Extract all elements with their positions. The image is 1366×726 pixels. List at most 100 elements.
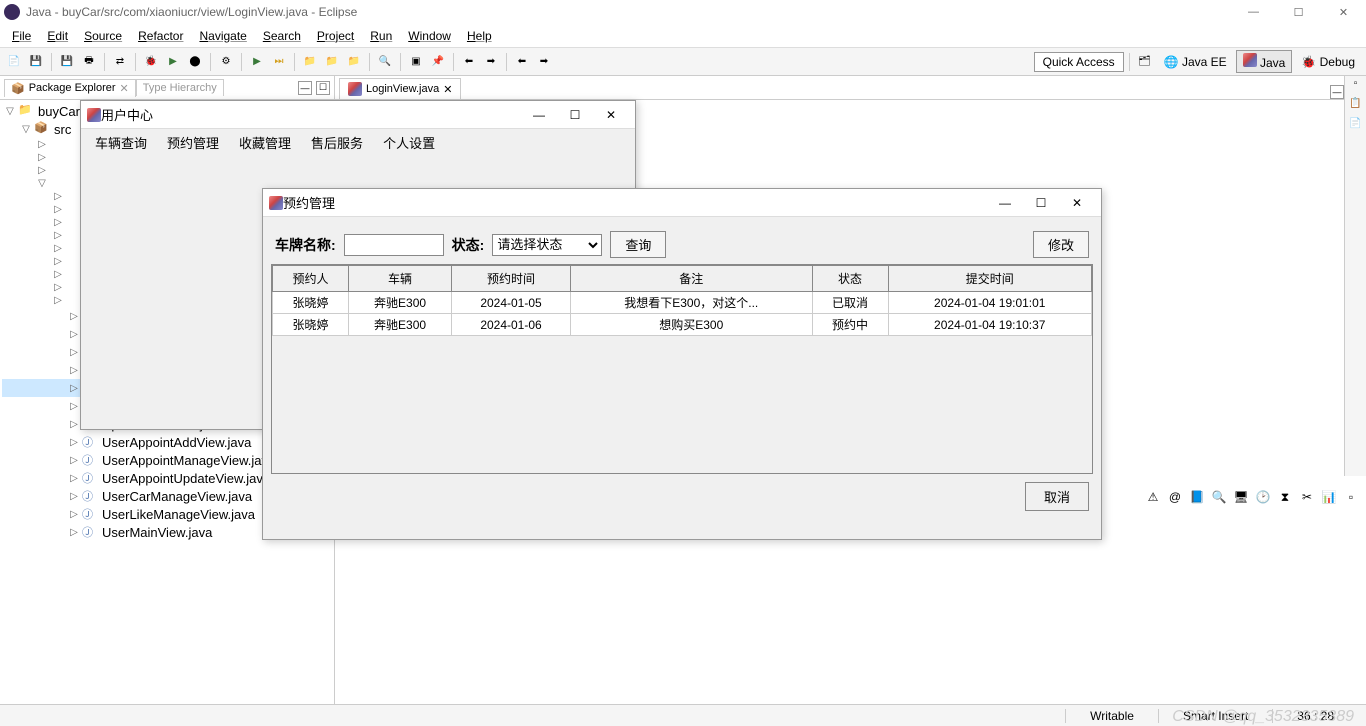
table-cell: 奔驰E300: [349, 292, 452, 314]
table-header[interactable]: 预约人: [273, 266, 349, 292]
restore-views-icon[interactable]: ▫: [1342, 488, 1360, 506]
pin-icon[interactable]: 📌: [428, 52, 448, 72]
problems-icon[interactable]: ⚠: [1144, 488, 1162, 506]
new-package-icon[interactable]: 📁: [300, 52, 320, 72]
type-hierarchy-tab[interactable]: Type Hierarchy: [136, 79, 224, 96]
table-cell: 张晓婷: [273, 292, 349, 314]
save-all-icon[interactable]: 💾: [57, 52, 77, 72]
menu-edit[interactable]: Edit: [39, 27, 76, 45]
cancel-button[interactable]: 取消: [1025, 482, 1089, 511]
quick-access-input[interactable]: Quick Access: [1034, 52, 1124, 72]
coverage-view-icon[interactable]: 📊: [1320, 488, 1338, 506]
close-icon[interactable]: ✕: [120, 82, 129, 95]
window-maximize-button[interactable]: ☐: [1276, 0, 1321, 24]
dialog-maximize-button[interactable]: ☐: [557, 104, 593, 126]
open-perspective-icon[interactable]: 🗂: [1135, 52, 1155, 72]
progress-icon[interactable]: ⧗: [1276, 488, 1294, 506]
menu-help[interactable]: Help: [459, 27, 500, 45]
table-cell: 想购买E300: [570, 314, 812, 336]
table-row[interactable]: 张晓婷奔驰E3002024-01-05我想看下E300，对这个...已取消202…: [273, 292, 1092, 314]
appointment-manage-dialog: 预约管理 — ☐ ✕ 车牌名称: 状态: 请选择状态 查询 修改 预约人车辆预约…: [262, 188, 1102, 540]
dialog-close-button[interactable]: ✕: [593, 104, 629, 126]
table-cell: 2024-01-04 19:01:01: [888, 292, 1091, 314]
maximize-view-icon[interactable]: ☐: [316, 81, 330, 95]
perspective-javaee[interactable]: 🌐 Java EE: [1157, 52, 1234, 72]
table-header[interactable]: 状态: [812, 266, 888, 292]
dialog-maximize-button[interactable]: ☐: [1023, 192, 1059, 214]
java-icon: [87, 108, 101, 122]
perspective-debug[interactable]: 🐞 Debug: [1294, 52, 1362, 72]
switch-icon[interactable]: ⇄: [110, 52, 130, 72]
table-header[interactable]: 备注: [570, 266, 812, 292]
search-icon[interactable]: 🔍: [375, 52, 395, 72]
dialog-minimize-button[interactable]: —: [521, 104, 557, 126]
menu-file[interactable]: File: [4, 27, 39, 45]
task-list-icon[interactable]: 📋: [1347, 98, 1365, 116]
table-cell: 已取消: [812, 292, 888, 314]
console-icon[interactable]: 🖥: [1232, 488, 1250, 506]
table-header[interactable]: 预约时间: [452, 266, 571, 292]
bottom-toolstrip: ⚠ @ 📘 🔍 🖥 🕑 ⧗ ✂ 📊 ▫: [1144, 488, 1360, 506]
table-cell: 2024-01-05: [452, 292, 571, 314]
table-cell: 奔驰E300: [349, 314, 452, 336]
editor-tab-loginview[interactable]: LoginView.java ✕: [339, 78, 461, 99]
print-icon[interactable]: 🖶: [79, 52, 99, 72]
modify-button[interactable]: 修改: [1033, 231, 1089, 258]
carname-input[interactable]: [344, 234, 444, 256]
menu-run[interactable]: Run: [362, 27, 400, 45]
menu-personal-settings[interactable]: 个人设置: [373, 130, 445, 155]
table-header[interactable]: 车辆: [349, 266, 452, 292]
skip-icon[interactable]: ⏭: [269, 52, 289, 72]
menu-favorites[interactable]: 收藏管理: [229, 130, 301, 155]
javadoc-icon[interactable]: @: [1166, 488, 1184, 506]
minimize-editor-icon[interactable]: —: [1330, 85, 1344, 99]
query-button[interactable]: 查询: [610, 231, 666, 258]
status-select[interactable]: 请选择状态: [492, 234, 602, 256]
new-folder-icon[interactable]: 📁: [322, 52, 342, 72]
debug-icon[interactable]: 🐞: [141, 52, 161, 72]
toggle-icon[interactable]: ▣: [406, 52, 426, 72]
dialog-close-button[interactable]: ✕: [1059, 192, 1095, 214]
next-annotation-icon[interactable]: ➡: [481, 52, 501, 72]
outline-icon[interactable]: 📄: [1347, 118, 1365, 136]
menu-refactor[interactable]: Refactor: [130, 27, 191, 45]
ext-tools-icon[interactable]: ⚙: [216, 52, 236, 72]
search-view-icon[interactable]: 🔍: [1210, 488, 1228, 506]
table-row[interactable]: 张晓婷奔驰E3002024-01-06想购买E300预约中2024-01-04 …: [273, 314, 1092, 336]
menu-window[interactable]: Window: [400, 27, 459, 45]
table-header[interactable]: 提交时间: [888, 266, 1091, 292]
menu-project[interactable]: Project: [309, 27, 362, 45]
close-icon[interactable]: ✕: [443, 83, 452, 96]
dialog-title: 用户中心: [101, 105, 153, 124]
run-green-icon[interactable]: ▶: [247, 52, 267, 72]
menu-after-sales[interactable]: 售后服务: [301, 130, 373, 155]
window-minimize-button[interactable]: —: [1231, 0, 1276, 24]
perspective-java[interactable]: Java: [1236, 50, 1293, 73]
menu-navigate[interactable]: Navigate: [191, 27, 254, 45]
run-icon[interactable]: ▶: [163, 52, 183, 72]
prev-annotation-icon[interactable]: ⬅: [459, 52, 479, 72]
save-dropdown-icon[interactable]: 💾: [26, 52, 46, 72]
coverage-icon[interactable]: ⬤: [185, 52, 205, 72]
forward-icon[interactable]: ➡: [534, 52, 554, 72]
status-bar: Writable Smart Insert 36 : 28: [0, 704, 1366, 726]
minimize-view-icon[interactable]: —: [298, 81, 312, 95]
restore-icon[interactable]: ▫: [1347, 78, 1365, 96]
dialog-menubar: 车辆查询 预约管理 收藏管理 售后服务 个人设置: [81, 129, 635, 155]
declaration-icon[interactable]: 📘: [1188, 488, 1206, 506]
menu-search[interactable]: Search: [255, 27, 309, 45]
snippets-icon[interactable]: ✂: [1298, 488, 1316, 506]
menu-bar: File Edit Source Refactor Navigate Searc…: [0, 24, 1366, 48]
back-icon[interactable]: ⬅: [512, 52, 532, 72]
menu-appointment[interactable]: 预约管理: [157, 130, 229, 155]
package-explorer-tab[interactable]: 📦 Package Explorer ✕: [4, 79, 136, 97]
window-close-button[interactable]: ✕: [1321, 0, 1366, 24]
appointment-table[interactable]: 预约人车辆预约时间备注状态提交时间 张晓婷奔驰E3002024-01-05我想看…: [272, 265, 1092, 336]
dialog-minimize-button[interactable]: —: [987, 192, 1023, 214]
new-button-icon[interactable]: 📄: [4, 52, 24, 72]
open-type-icon[interactable]: 📁: [344, 52, 364, 72]
history-icon[interactable]: 🕑: [1254, 488, 1272, 506]
menu-vehicle-query[interactable]: 车辆查询: [85, 130, 157, 155]
menu-source[interactable]: Source: [76, 27, 130, 45]
label-status: 状态:: [452, 235, 485, 255]
